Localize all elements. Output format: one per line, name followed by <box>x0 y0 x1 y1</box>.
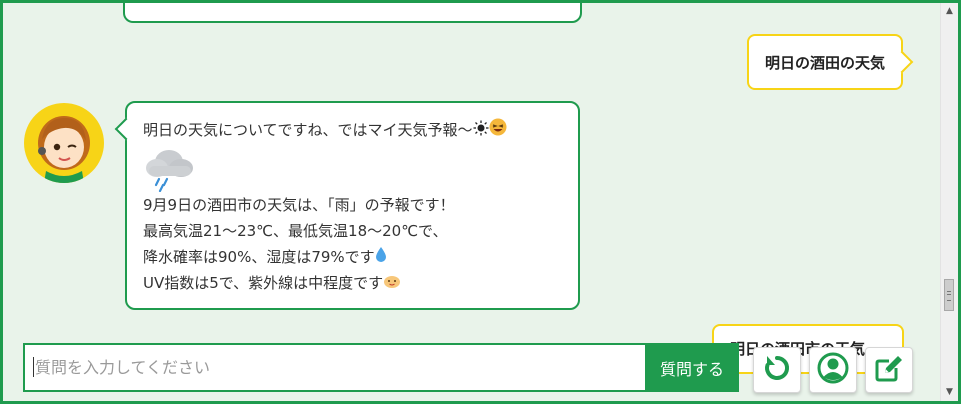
bot-detail-line-4: UV指数は5で、紫外線は中程度です <box>143 274 384 292</box>
question-input[interactable] <box>23 343 645 392</box>
operator-avatar <box>24 103 104 183</box>
profile-icon <box>817 352 849 388</box>
profile-button[interactable] <box>809 347 857 393</box>
chat-scrollbar[interactable]: ▲ ▼ <box>940 3 958 401</box>
text-caret <box>33 357 34 377</box>
user-message-bubble: 明日の酒田の天気 <box>746 34 903 90</box>
scroll-thumb[interactable] <box>944 279 954 311</box>
question-form: 質問する <box>23 343 739 392</box>
bot-detail-line-3: 降水確率は90%、湿度は79%です <box>143 247 375 266</box>
bot-detail-line-2: 最高気温21〜23℃、最低気温18〜20℃で、 <box>143 221 448 240</box>
sun-face-emoji <box>383 271 401 297</box>
scroll-up-arrow[interactable]: ▲ <box>941 3 958 20</box>
scroll-down-arrow[interactable]: ▼ <box>941 384 958 401</box>
bot-intro-text: 明日の天気についてですね、ではマイ天気予報〜 <box>143 121 473 139</box>
edit-icon <box>873 352 905 388</box>
bot-detail-line-1: 9月9日の酒田市の天気は、「雨」の予報です！ <box>143 195 455 214</box>
rain-cloud-icon <box>143 144 195 200</box>
bot-detail-line-3-wrap: 降水確率は90%、湿度は79%です <box>143 244 562 271</box>
sun-icon <box>473 118 489 144</box>
bot-detail-line-4-wrap: UV指数は5で、紫外線は中程度です <box>143 270 562 297</box>
bot-message-bubble: 明日の天気についてですね、ではマイ天気予報〜 9月9日の酒田市の天気は、「雨」の… <box>125 101 580 310</box>
bot-intro-line: 明日の天気についてですね、ではマイ天気予報〜 <box>143 117 562 144</box>
user-message-text: 明日の酒田の天気 <box>764 53 885 72</box>
previous-bot-bubble <box>123 3 582 23</box>
rain-row <box>143 144 562 192</box>
reset-button[interactable] <box>753 347 801 393</box>
chat-window: 明日の酒田の天気 明日の天気についてですね、ではマイ天気予報〜 9月9日の酒田市… <box>0 0 961 404</box>
chat-log[interactable]: 明日の酒田の天気 明日の天気についてですね、ではマイ天気予報〜 9月9日の酒田市… <box>3 3 941 401</box>
droplet-icon <box>375 244 387 270</box>
edit-button[interactable] <box>865 347 913 393</box>
reset-icon <box>762 353 792 387</box>
laughing-face-emoji <box>489 118 507 144</box>
submit-question-button[interactable]: 質問する <box>645 343 739 392</box>
